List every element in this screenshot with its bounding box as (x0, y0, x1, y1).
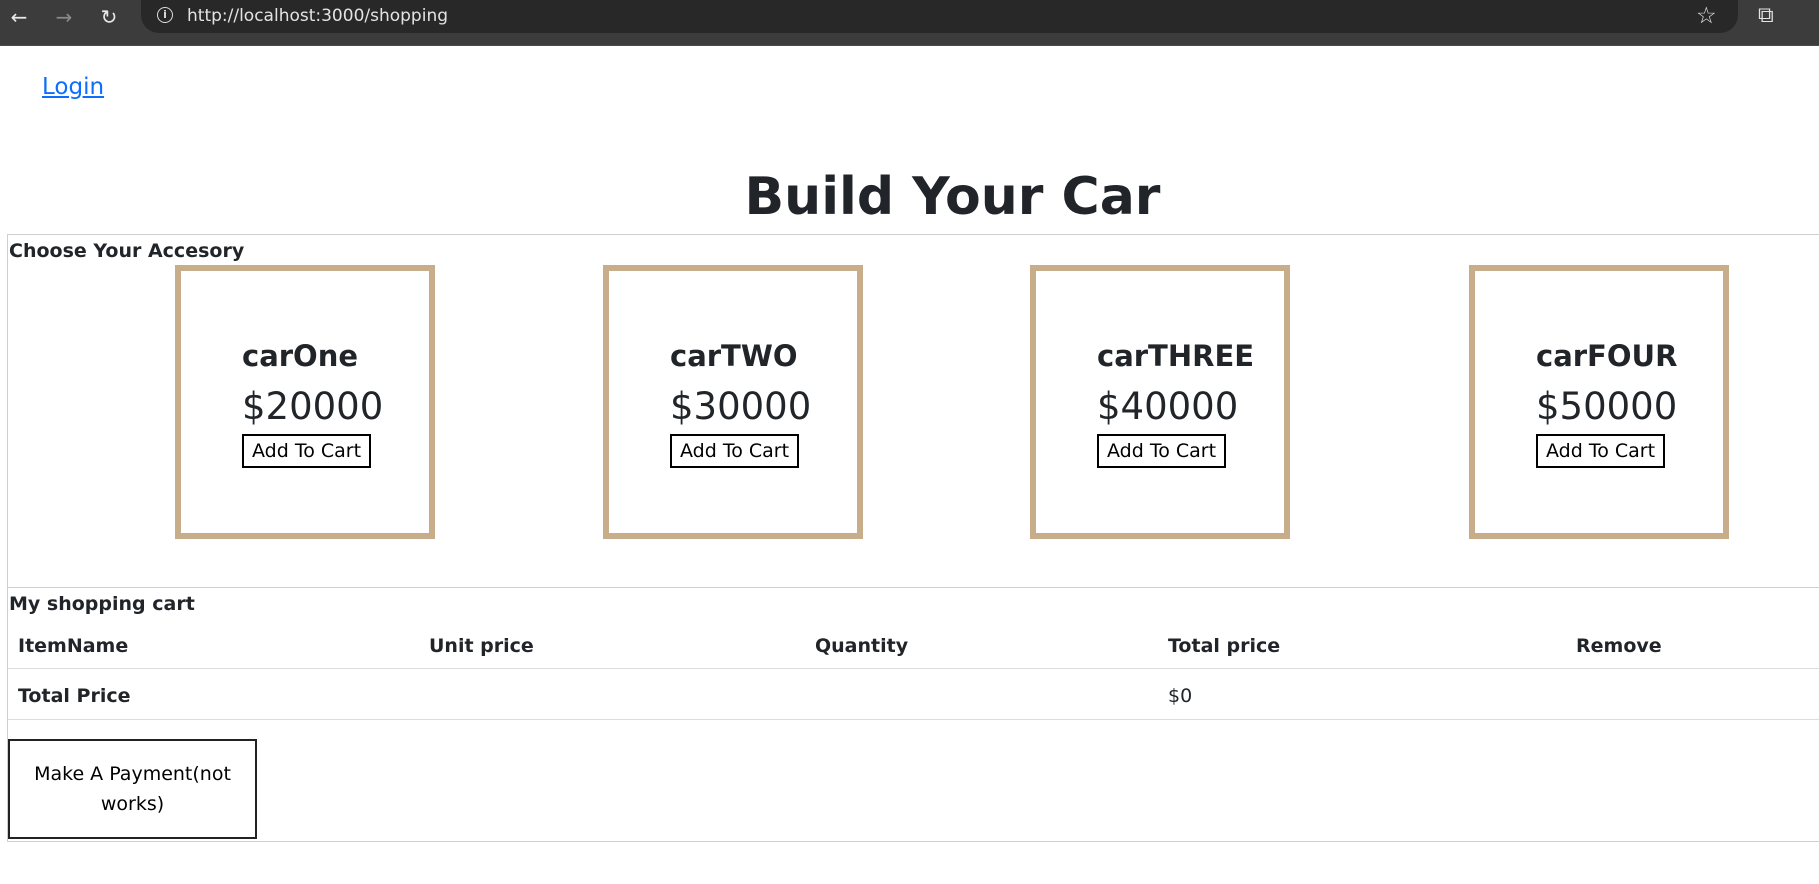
column-header-unit-price: Unit price (429, 635, 534, 657)
product-name: carOne (242, 339, 359, 373)
extensions-icon[interactable]: ⧉ (1758, 2, 1774, 30)
forward-arrow-icon[interactable]: → (49, 2, 79, 32)
product-card-car-two: carTWO $30000 Add To Cart (603, 265, 863, 539)
add-to-cart-button[interactable]: Add To Cart (242, 434, 372, 468)
column-header-item-name: ItemName (18, 635, 129, 657)
accessories-heading: Choose Your Accesory (9, 240, 245, 262)
cart-heading: My shopping cart (9, 593, 195, 615)
product-name: carTHREE (1097, 339, 1255, 373)
total-price-value: $0 (1168, 685, 1193, 707)
add-to-cart-button[interactable]: Add To Cart (1536, 434, 1666, 468)
add-to-cart-button[interactable]: Add To Cart (1097, 434, 1227, 468)
login-link[interactable]: Login (42, 73, 104, 101)
shopping-cart-section (7, 587, 1819, 842)
add-to-cart-button[interactable]: Add To Cart (670, 434, 800, 468)
product-price: $20000 (242, 385, 384, 428)
star-icon[interactable]: ☆ (1696, 2, 1717, 30)
product-name: carFOUR (1536, 339, 1678, 373)
column-header-total-price: Total price (1168, 635, 1281, 657)
product-card-car-four: carFOUR $50000 Add To Cart (1469, 265, 1729, 539)
address-bar[interactable]: i http://localhost:3000/shopping ☆ (141, 0, 1738, 33)
site-info-icon[interactable]: i (157, 7, 173, 23)
column-header-remove: Remove (1576, 635, 1662, 657)
make-payment-button[interactable]: Make A Payment(not works) (8, 739, 257, 839)
reload-icon[interactable]: ↻ (94, 2, 124, 32)
product-price: $40000 (1097, 385, 1239, 428)
product-price: $50000 (1536, 385, 1678, 428)
total-price-label: Total Price (18, 685, 131, 707)
product-card-car-three: carTHREE $40000 Add To Cart (1030, 265, 1290, 539)
product-card-car-one: carOne $20000 Add To Cart (175, 265, 435, 539)
table-row-divider (8, 668, 1819, 669)
product-name: carTWO (670, 339, 798, 373)
page-title: Build Your Car (744, 167, 1161, 227)
back-arrow-icon[interactable]: ← (4, 2, 34, 32)
product-price: $30000 (670, 385, 812, 428)
url-text[interactable]: http://localhost:3000/shopping (187, 5, 448, 27)
column-header-quantity: Quantity (815, 635, 909, 657)
browser-toolbar: ← → ↻ i http://localhost:3000/shopping ☆… (0, 0, 1819, 46)
table-row-divider (8, 719, 1819, 720)
